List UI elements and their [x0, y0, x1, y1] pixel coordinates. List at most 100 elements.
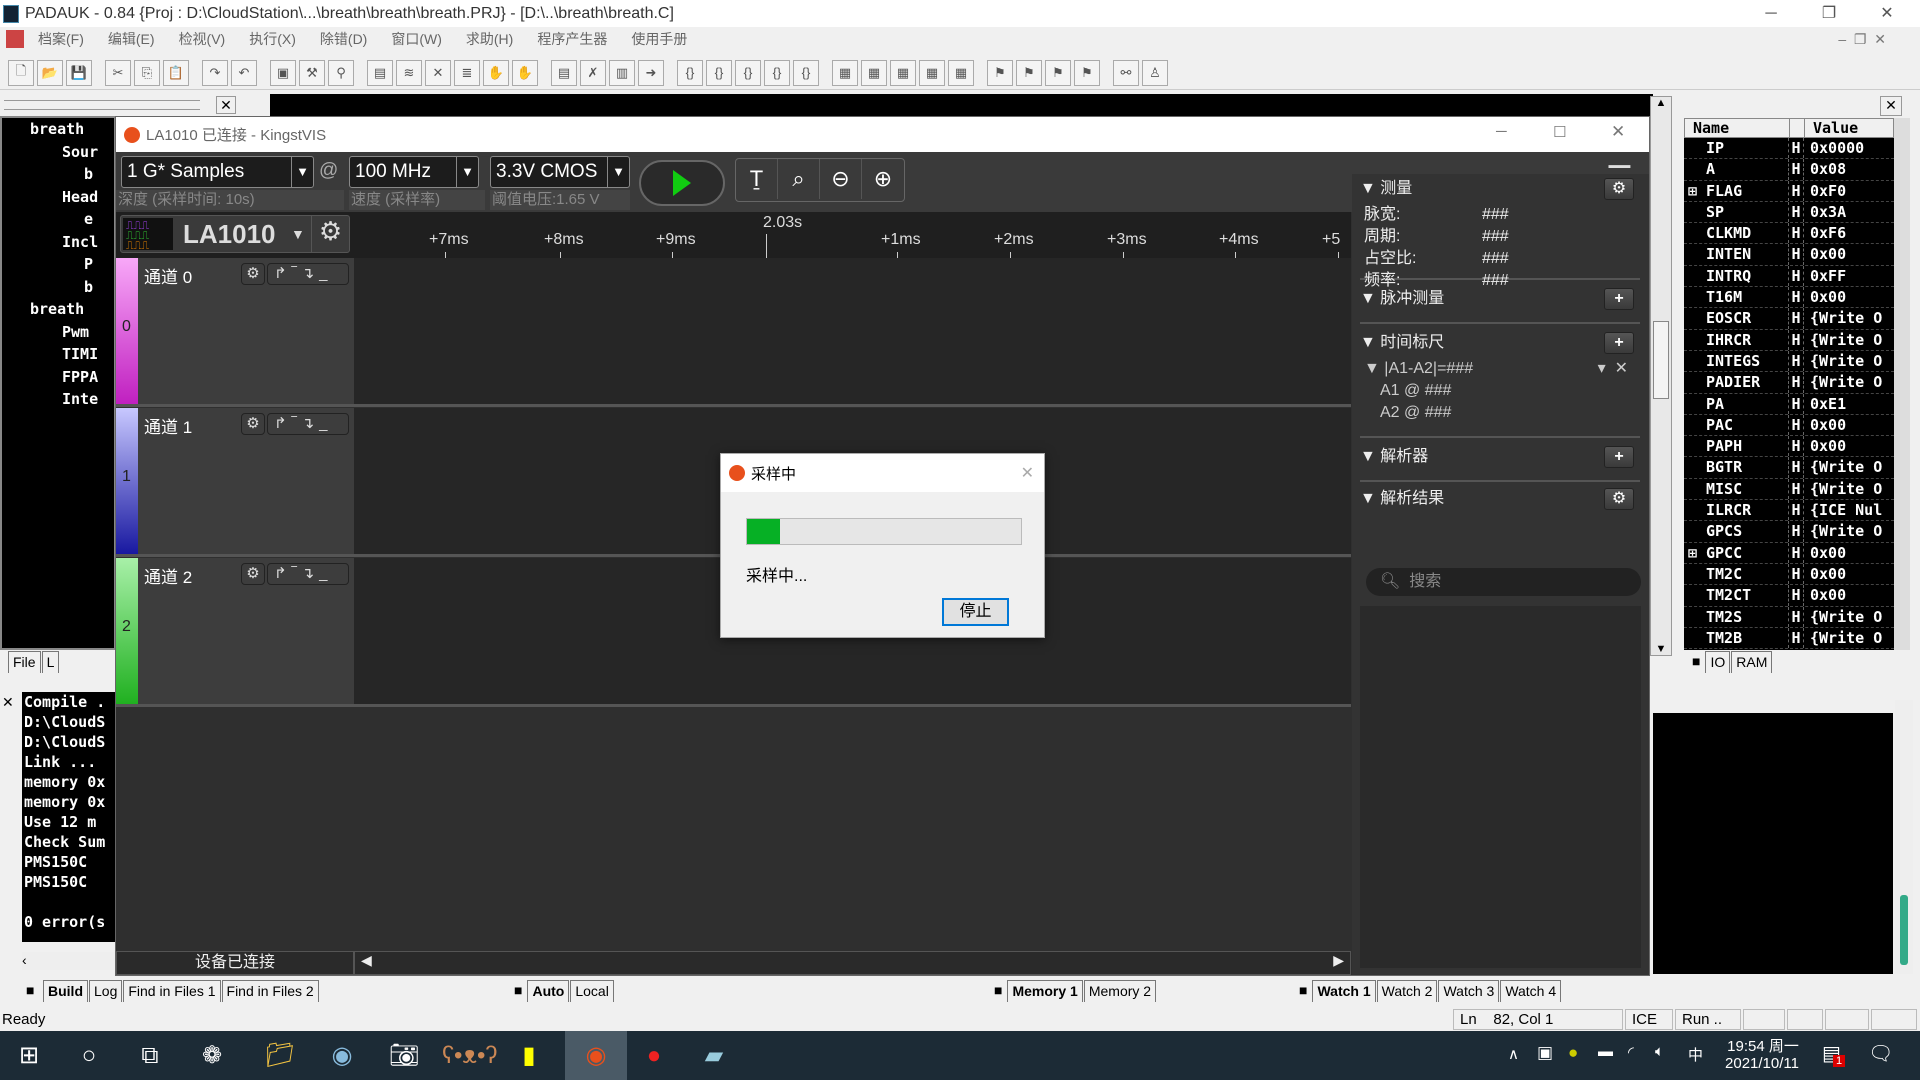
header-name[interactable]: Name	[1685, 119, 1789, 137]
tab-watch-4[interactable]: Watch 4	[1500, 980, 1562, 1002]
register-value[interactable]: {Write O	[1804, 372, 1894, 392]
breakpoint-clear-icon[interactable]: ⚑	[1074, 59, 1100, 86]
zoom-fit-icon[interactable]: ⌕	[778, 159, 820, 199]
register-value[interactable]: 0x00	[1804, 287, 1894, 307]
stop-debug-icon[interactable]: ✗	[580, 59, 606, 86]
trigger-edge-icons[interactable]: ↱‾↴_	[267, 563, 349, 585]
mdi-controls[interactable]: – ❐ ✕	[1838, 31, 1886, 48]
register-value[interactable]: {ICE Nul	[1804, 500, 1894, 520]
register-row[interactable]: CLKMD H 0xF6	[1684, 223, 1894, 245]
close-output-icon[interactable]: ✕	[2, 694, 20, 712]
editor-vscrollbar[interactable]: ▲ ▼	[1650, 96, 1672, 656]
tree-item[interactable]: breath	[2, 298, 114, 321]
battery-icon[interactable]: ▬	[1598, 1043, 1613, 1060]
ime-indicator[interactable]: 中	[1688, 1044, 1703, 1065]
run-to-cursor-icon[interactable]: {}	[764, 59, 790, 86]
tree-item[interactable]: breath	[2, 118, 114, 141]
scroll-thumb[interactable]	[1653, 321, 1669, 399]
register-value[interactable]: {Write O	[1804, 457, 1894, 477]
tray-security-icon[interactable]: ▣	[1537, 1043, 1553, 1063]
tree-item[interactable]: b	[2, 163, 114, 186]
tab-find-in-files-1[interactable]: Find in Files 1	[123, 980, 221, 1002]
memory-tabs-toggle[interactable]: ■	[990, 980, 1007, 1002]
register-row[interactable]: INTEN H 0x00	[1684, 244, 1894, 266]
find-icon[interactable]: ⚲	[328, 59, 354, 86]
trigger-edge-icons[interactable]: ↱‾↴_	[267, 263, 349, 285]
register-value[interactable]: 0x00	[1804, 415, 1894, 435]
rate-select[interactable]: 100 MHz ▼	[349, 156, 479, 188]
register-row[interactable]: TM2CT H 0x00	[1684, 585, 1894, 607]
register-value[interactable]: 0x08	[1804, 159, 1894, 179]
zoom-out-icon[interactable]: ⊖	[820, 159, 862, 199]
add-pulse-button[interactable]: +	[1604, 288, 1634, 310]
channel-settings-gear-icon[interactable]: ⚙	[241, 413, 265, 435]
recorder-icon[interactable]: ●	[630, 1039, 678, 1073]
menu-manual[interactable]: 使用手册	[631, 29, 687, 49]
register-value[interactable]: 0x00	[1804, 436, 1894, 456]
register-vscrollbar[interactable]	[1894, 118, 1910, 650]
tab-memory-1[interactable]: Memory 1	[1007, 980, 1083, 1002]
register-row[interactable]: SP H 0x3A	[1684, 201, 1894, 224]
register-value[interactable]: 0x3A	[1804, 202, 1894, 222]
file-explorer-icon[interactable]: 📁︎	[256, 1039, 304, 1073]
register-row[interactable]: MISC H {Write O	[1684, 478, 1894, 501]
close-registers-icon[interactable]: ✕	[1880, 96, 1902, 116]
copy-icon[interactable]: ⎘	[134, 59, 160, 86]
expand-icon[interactable]: ⊞	[1688, 181, 1697, 202]
kingstvis-icon[interactable]: ◉	[565, 1031, 627, 1080]
menu-help[interactable]: 求助(H)	[466, 29, 513, 49]
register-value[interactable]: 0x00	[1804, 585, 1894, 605]
volume-icon[interactable]: 🔈︎	[1655, 1043, 1664, 1060]
register-value[interactable]: {Write O	[1804, 351, 1894, 371]
inspect-icon[interactable]: ▦	[948, 59, 974, 86]
tray-green-icon[interactable]: ●	[1568, 1043, 1578, 1063]
register-row[interactable]: PAC H 0x00	[1684, 414, 1894, 437]
run-icon[interactable]: ▤	[551, 59, 577, 86]
redo-icon[interactable]: ↷	[202, 59, 228, 86]
task-view-icon[interactable]: ⧉	[126, 1039, 174, 1073]
variables-icon[interactable]: ▦	[861, 59, 887, 86]
new-file-icon[interactable]: 🗋	[8, 59, 34, 86]
action-center-icon[interactable]: 🗨︎	[1868, 1041, 1893, 1066]
tab-watch-3[interactable]: Watch 3	[1438, 980, 1500, 1002]
results-settings-gear-icon[interactable]: ⚙	[1604, 488, 1634, 510]
paste-icon[interactable]: 📋	[163, 59, 189, 86]
close-tree-icon[interactable]: ✕	[216, 96, 236, 114]
channel-row[interactable]: 通道 0 0 ⚙ ↱‾↴_	[116, 258, 1351, 407]
pulse-title[interactable]: 脉冲测量	[1380, 290, 1444, 307]
tab-find-in-files-2[interactable]: Find in Files 2	[221, 980, 319, 1002]
register-value[interactable]: {Write O	[1804, 330, 1894, 350]
register-value[interactable]: {Write O	[1804, 521, 1894, 541]
register-value[interactable]: 0x00	[1804, 564, 1894, 584]
hand-stop-icon[interactable]: ✋	[512, 59, 538, 86]
windows-start-icon[interactable]: ⊞	[5, 1039, 53, 1073]
breakpoint-icon[interactable]: ⚑	[987, 59, 1013, 86]
tab-file[interactable]: File	[8, 651, 41, 673]
header-type[interactable]	[1789, 119, 1805, 137]
header-value[interactable]: Value	[1805, 119, 1858, 137]
register-row[interactable]: ⊞ GPCC H 0x00	[1684, 542, 1894, 564]
register-value[interactable]: {Write O	[1804, 607, 1894, 627]
register-row[interactable]: TM2S H {Write O	[1684, 606, 1894, 628]
channel-name[interactable]: 通道 2	[144, 563, 192, 588]
tab-l[interactable]: L	[41, 651, 60, 673]
browser-icon[interactable]: ◉	[318, 1039, 366, 1073]
tray-chevron-icon[interactable]: ∧	[1508, 1045, 1519, 1063]
tree-item[interactable]: Head	[2, 186, 114, 209]
step-arrow-icon[interactable]: ➜	[638, 59, 664, 86]
watch-tabs-toggle[interactable]: ■	[1295, 980, 1312, 1002]
results-title[interactable]: 解析结果	[1380, 490, 1444, 507]
register-row[interactable]: TM2C H 0x00	[1684, 563, 1894, 586]
wifi-icon[interactable]: ◜	[1628, 1043, 1634, 1061]
waveform-hscrollbar[interactable]: ◀ ▶	[354, 951, 1351, 975]
pin-icon[interactable]: ▾ ✕	[1598, 358, 1628, 380]
tab-watch-2[interactable]: Watch 2	[1376, 980, 1438, 1002]
kv-maximize-button[interactable]: ☐	[1553, 123, 1566, 141]
fan-app-icon[interactable]: ❁	[188, 1039, 236, 1073]
tree-item[interactable]: TIMI	[2, 343, 114, 366]
menu-debug[interactable]: 除错(D)	[320, 29, 367, 49]
kv-close-button[interactable]: ✕	[1611, 122, 1625, 142]
step-over-icon[interactable]: {}	[706, 59, 732, 86]
menu-edit[interactable]: 编辑(E)	[108, 29, 155, 49]
menu-code-generator[interactable]: 程序产生器	[537, 29, 607, 49]
